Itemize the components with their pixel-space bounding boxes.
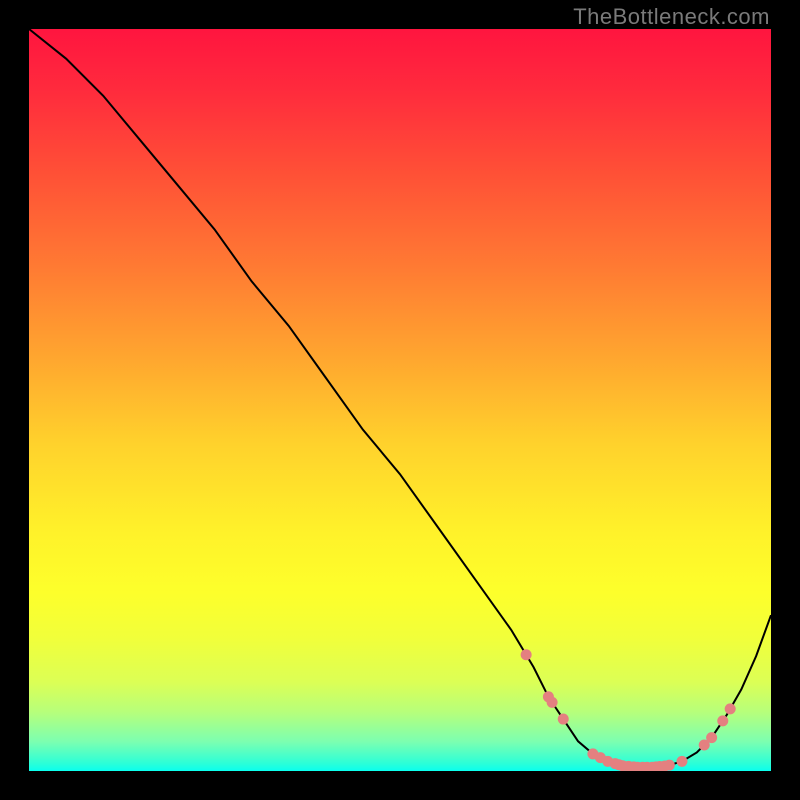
chart-stage: TheBottleneck.com (0, 0, 800, 800)
curve-markers (521, 649, 736, 771)
curve-marker (725, 703, 736, 714)
plot-area (29, 29, 771, 771)
watermark-text: TheBottleneck.com (573, 4, 770, 30)
curve-layer (29, 29, 771, 771)
curve-marker (558, 714, 569, 725)
curve-marker (706, 732, 717, 743)
curve-marker (521, 649, 532, 660)
curve-marker (717, 715, 728, 726)
curve-marker (547, 697, 558, 708)
bottleneck-curve (29, 29, 771, 767)
curve-marker (664, 760, 675, 771)
curve-marker (676, 756, 687, 767)
